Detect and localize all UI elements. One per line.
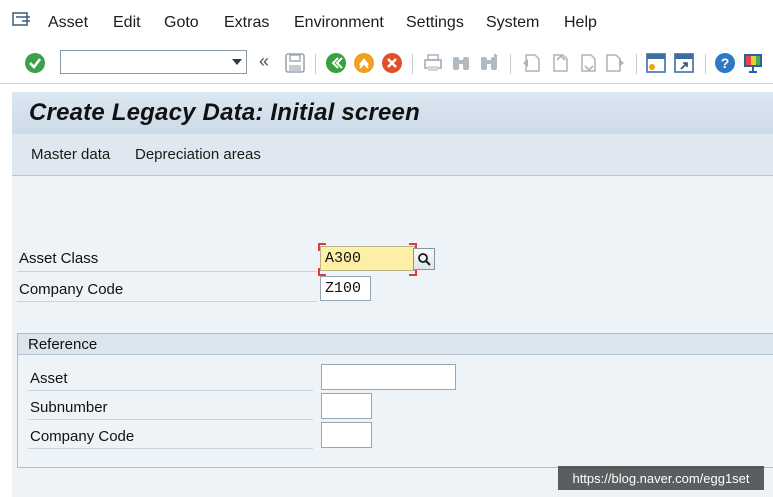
reference-company-code-label: Company Code: [30, 428, 135, 445]
toolbar-separator: [412, 54, 413, 74]
toolbar-separator: [510, 54, 511, 74]
reference-company-code-field[interactable]: [321, 422, 372, 448]
row-divider: [28, 390, 313, 391]
title-bar: Create Legacy Data: Initial screen: [12, 92, 773, 135]
menu-environment[interactable]: Environment: [294, 14, 384, 32]
application-toolbar: Master data Depreciation areas: [12, 134, 773, 176]
menu-icon[interactable]: [12, 12, 32, 28]
standard-toolbar: « ?: [0, 45, 773, 84]
help-icon[interactable]: ?: [714, 52, 736, 74]
asset-label: Asset: [30, 370, 68, 387]
first-page-icon[interactable]: [520, 52, 542, 74]
toolbar-separator: [315, 54, 316, 74]
asset-class-label: Asset Class: [19, 250, 99, 267]
asset-class-field[interactable]: [320, 246, 415, 271]
menu-settings[interactable]: Settings: [406, 14, 464, 32]
double-chevron-left-icon[interactable]: «: [259, 51, 269, 72]
main-content: Asset Class Company Code Reference Asset…: [12, 176, 773, 497]
company-code-label: Company Code: [19, 281, 124, 298]
master-data-button[interactable]: Master data: [31, 146, 110, 163]
exit-icon[interactable]: [353, 52, 375, 74]
prev-page-icon[interactable]: [548, 52, 570, 74]
subnumber-label: Subnumber: [30, 399, 108, 416]
chevron-down-icon[interactable]: [232, 59, 242, 65]
menu-bar: Asset Edit Goto Extras Environment Setti…: [0, 0, 773, 45]
focus-corner: [318, 243, 326, 251]
create-session-icon[interactable]: [645, 52, 667, 74]
menu-system[interactable]: System: [486, 14, 539, 32]
menu-goto[interactable]: Goto: [164, 14, 199, 32]
next-page-icon[interactable]: [576, 52, 598, 74]
menu-help[interactable]: Help: [564, 14, 597, 32]
asset-field[interactable]: [321, 364, 456, 390]
row-divider: [17, 271, 317, 272]
menu-asset[interactable]: Asset: [48, 14, 88, 32]
last-page-icon[interactable]: [604, 52, 626, 74]
find-icon[interactable]: [450, 52, 472, 74]
search-icon: [418, 253, 431, 266]
menu-extras[interactable]: Extras: [224, 14, 269, 32]
reference-group: Reference Asset Subnumber Company Code: [17, 333, 773, 468]
customize-layout-icon[interactable]: [742, 52, 764, 74]
row-divider: [17, 301, 317, 302]
reference-group-title: Reference: [28, 336, 98, 353]
watermark: https://blog.naver.com/egg1set: [558, 466, 764, 490]
back-icon[interactable]: [325, 52, 347, 74]
save-icon[interactable]: [284, 52, 306, 74]
depreciation-areas-button[interactable]: Depreciation areas: [135, 146, 261, 163]
command-input[interactable]: [64, 52, 226, 74]
page-title: Create Legacy Data: Initial screen: [29, 99, 420, 126]
enter-icon[interactable]: [24, 52, 46, 74]
row-divider: [28, 448, 313, 449]
subnumber-field[interactable]: [321, 393, 372, 419]
print-icon[interactable]: [422, 52, 444, 74]
svg-text:?: ?: [721, 55, 730, 71]
value-help-button[interactable]: [413, 248, 435, 270]
company-code-field[interactable]: [320, 276, 371, 301]
focus-corner: [318, 268, 326, 276]
shortcut-icon[interactable]: [673, 52, 695, 74]
menu-edit[interactable]: Edit: [113, 14, 141, 32]
cancel-icon[interactable]: [381, 52, 403, 74]
row-divider: [28, 419, 313, 420]
command-field[interactable]: [60, 50, 247, 74]
find-next-icon[interactable]: [478, 52, 500, 74]
toolbar-separator: [636, 54, 637, 74]
toolbar-separator: [705, 54, 706, 74]
reference-group-header: Reference: [18, 334, 773, 355]
